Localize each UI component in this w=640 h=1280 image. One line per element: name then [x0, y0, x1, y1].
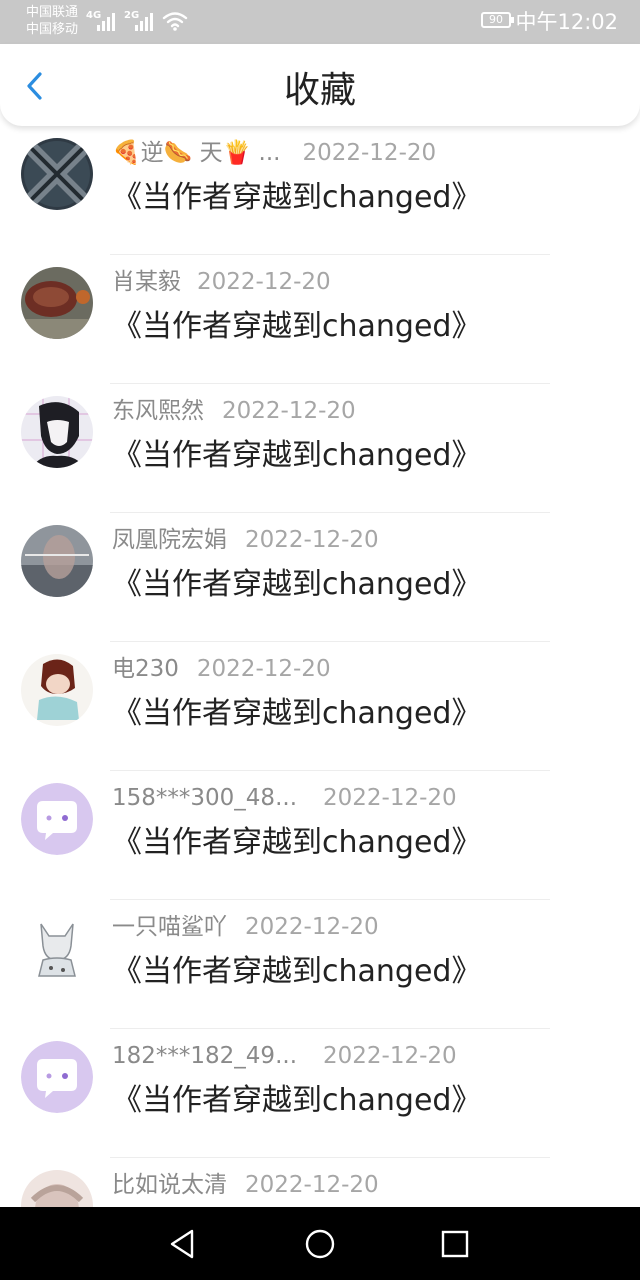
- nav-recents-icon[interactable]: [436, 1225, 474, 1263]
- item-meta: 凤凰院宏娟 2022-12-20: [112, 525, 379, 555]
- item-meta: 肖某毅 2022-12-20: [112, 267, 331, 297]
- list-item[interactable]: 158***300_48... 2022-12-20 《当作者穿越到changed…: [0, 771, 640, 900]
- status-time: 中午12:02: [515, 10, 618, 34]
- item-meta: 电230 2022-12-20: [112, 654, 331, 684]
- signal-bars-2-icon: [135, 11, 153, 31]
- top-app-bar: 收藏: [0, 44, 640, 126]
- list-item[interactable]: 一只喵鲨吖 2022-12-20 《当作者穿越到changed》: [0, 900, 640, 1029]
- user-name: 东风熙然: [112, 398, 204, 424]
- page-title: 收藏: [283, 70, 356, 111]
- avatar[interactable]: [21, 396, 93, 468]
- user-name: 182***182_49...: [112, 1043, 297, 1069]
- system-navigation-bar: [0, 1207, 640, 1280]
- user-name: 肖某毅: [112, 269, 181, 295]
- avatar[interactable]: [21, 1170, 93, 1207]
- list-item[interactable]: 电230 2022-12-20 《当作者穿越到changed》: [0, 642, 640, 771]
- item-meta: 158***300_48... 2022-12-20: [112, 783, 457, 813]
- collect-date: 2022-12-20: [323, 785, 457, 811]
- list-item[interactable]: 东风熙然 2022-12-20 《当作者穿越到changed》: [0, 384, 640, 513]
- carrier-2: 中国移动: [26, 22, 79, 37]
- collect-date: 2022-12-20: [245, 1172, 379, 1198]
- list-item[interactable]: 182***182_49... 2022-12-20 《当作者穿越到changed…: [0, 1029, 640, 1158]
- book-title: 《当作者穿越到changed》: [112, 696, 482, 731]
- signal-bars-1-icon: [97, 11, 115, 31]
- book-title: 《当作者穿越到changed》: [112, 567, 482, 602]
- avatar[interactable]: [21, 912, 93, 984]
- book-title: 《当作者穿越到changed》: [112, 180, 482, 215]
- book-title: 《当作者穿越到changed》: [112, 825, 482, 860]
- collect-date: 2022-12-20: [196, 656, 331, 682]
- list-item[interactable]: 比如说太清 2022-12-20: [0, 1158, 640, 1207]
- avatar[interactable]: [21, 525, 93, 597]
- item-meta: 东风熙然 2022-12-20: [112, 396, 356, 426]
- collect-date: 2022-12-20: [197, 269, 331, 295]
- nav-back-icon[interactable]: [164, 1225, 202, 1263]
- collect-date: 2022-12-20: [222, 398, 356, 424]
- list-item[interactable]: 凤凰院宏娟 2022-12-20 《当作者穿越到changed》: [0, 513, 640, 642]
- item-meta: 比如说太清 2022-12-20: [112, 1170, 379, 1200]
- status-bar: 中国联通 中国移动 4G 2G 90 中午12:02: [0, 0, 640, 44]
- favorites-list: 🍕逆🌭 天🍟 ... 2022-12-20 《当作者穿越到changed》 肖某毅…: [0, 126, 640, 1207]
- user-name: 一只喵鲨吖: [112, 914, 227, 940]
- collect-date: 2022-12-20: [245, 527, 379, 553]
- book-title: 《当作者穿越到changed》: [112, 954, 482, 989]
- book-title: 《当作者穿越到changed》: [112, 1083, 482, 1118]
- user-name: 凤凰院宏娟: [112, 527, 227, 553]
- avatar[interactable]: [21, 1041, 93, 1113]
- item-meta: 182***182_49... 2022-12-20: [112, 1041, 457, 1071]
- book-title: 《当作者穿越到changed》: [112, 309, 482, 344]
- avatar[interactable]: [21, 654, 93, 726]
- wifi-icon: [162, 12, 188, 31]
- avatar[interactable]: [21, 138, 93, 210]
- collect-date: 2022-12-20: [245, 914, 379, 940]
- user-name: 🍕逆🌭 天🍟 ...: [112, 140, 281, 166]
- collect-date: 2022-12-20: [323, 1043, 457, 1069]
- nav-home-icon[interactable]: [301, 1225, 339, 1263]
- carrier-labels: 中国联通 中国移动: [26, 4, 78, 38]
- battery-icon: 90: [481, 12, 514, 28]
- battery-level: 90: [489, 13, 503, 26]
- item-meta: 🍕逆🌭 天🍟 ... 2022-12-20: [112, 138, 436, 168]
- list-item[interactable]: 🍕逆🌭 天🍟 ... 2022-12-20 《当作者穿越到changed》: [0, 126, 640, 255]
- avatar[interactable]: [21, 267, 93, 339]
- user-name: 158***300_48...: [112, 785, 297, 811]
- user-name: 电230: [112, 656, 179, 682]
- book-title: 《当作者穿越到changed》: [112, 438, 482, 473]
- collect-date: 2022-12-20: [302, 140, 437, 166]
- avatar[interactable]: [21, 783, 93, 855]
- item-meta: 一只喵鲨吖 2022-12-20: [112, 912, 379, 942]
- carrier-1: 中国联通: [26, 5, 79, 20]
- user-name: 比如说太清: [112, 1172, 227, 1198]
- list-item[interactable]: 肖某毅 2022-12-20 《当作者穿越到changed》: [0, 255, 640, 384]
